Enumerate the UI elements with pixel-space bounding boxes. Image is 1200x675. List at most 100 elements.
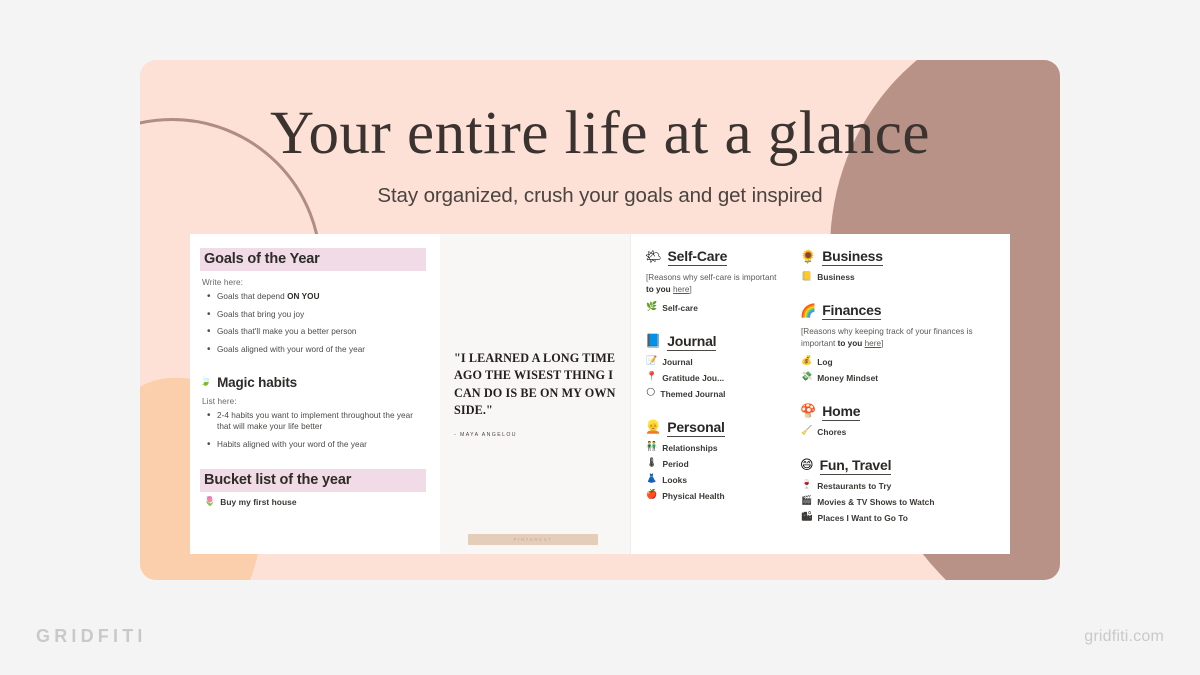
sunflower-icon: 🌻 [800, 249, 817, 265]
section-note: [Reasons why keeping track of your finan… [801, 327, 973, 349]
list-item-label: Business [817, 272, 855, 282]
broom-icon: 🧹 [801, 426, 813, 437]
section-heading-label: Journal [667, 332, 717, 351]
list-item[interactable]: 🌿 Self-care [646, 303, 780, 313]
page-subtitle: Stay organized, crush your goals and get… [377, 184, 823, 207]
sun-behind-cloud-icon: 🌤 [645, 249, 662, 265]
list-item[interactable]: 📍 Gratitude Jou... [646, 373, 780, 383]
apple-icon: 🍎 [646, 490, 658, 501]
list-item[interactable]: 🌕 Themed Journal [646, 389, 780, 399]
list-item-label: Journal [662, 356, 693, 367]
cityscape-icon: 🏙 [801, 512, 813, 523]
money-bag-icon: 💰 [801, 356, 813, 367]
list-item-label: Movies & TV Shows to Watch [817, 496, 935, 507]
pin-icon: 📍 [646, 372, 658, 383]
list-item-label: Relationships [662, 442, 718, 453]
list-item-label: Log [817, 356, 833, 367]
wine-glass-icon: 🍷 [801, 480, 813, 491]
list-item[interactable]: 🧹 Chores [801, 427, 1000, 437]
section-heading-label: Home [822, 402, 861, 421]
tulip-icon: 🌷 [204, 496, 216, 507]
mushroom-icon: 🍄 [800, 404, 817, 420]
section-heading[interactable]: 😄 Fun, Travel [800, 457, 1000, 475]
section-heading[interactable]: 🌈 Finances [800, 302, 1000, 320]
memo-icon: 📝 [646, 356, 658, 367]
list-item[interactable]: 🍎 Physical Health [646, 491, 780, 501]
brand-wordmark: GRIDFITI [36, 626, 147, 646]
goals-write-label: Write here: [202, 278, 243, 287]
magic-habits-label: Magic habits [217, 374, 298, 390]
brand-domain[interactable]: gridfiti.com [1084, 628, 1164, 646]
list-item[interactable]: 👬 Relationships [646, 443, 780, 453]
magic-habits-heading: 🍃 Magic habits [200, 375, 426, 390]
leaf-icon: 🍃 [200, 376, 212, 387]
list-item: Goals that bring you joy [206, 308, 426, 322]
list-item: Goals that depend ON YOU [206, 290, 426, 304]
dress-icon: 👗 [646, 474, 658, 485]
list-item-label: Restaurants to Try [817, 480, 892, 491]
list-item: 2-4 habits you want to implement through… [206, 409, 426, 433]
person-icon: 👱 [645, 420, 662, 436]
column-quote: "I LEARNED A LONG TIME AGO THE WISEST TH… [440, 234, 630, 554]
habits-bullet-list: 2-4 habits you want to implement through… [206, 409, 426, 452]
list-item-label: Buy my first house [220, 497, 297, 508]
list-item-label: Themed Journal [660, 388, 726, 399]
section-heading-label: Finances [822, 302, 882, 320]
list-item[interactable]: 🍷 Restaurants to Try [801, 481, 1000, 491]
list-item-label: Money Mindset [817, 372, 879, 383]
list-item[interactable]: 📒 Business [801, 272, 1000, 282]
list-item[interactable]: 👗 Looks [646, 475, 780, 485]
section-note: [Reasons why self-care is important to y… [646, 273, 777, 295]
list-item: Habits aligned with your word of the yea… [206, 438, 426, 452]
quote-text: "I LEARNED A LONG TIME AGO THE WISEST TH… [454, 350, 616, 417]
list-item-label: Period [662, 458, 689, 469]
thermometer-icon: 🌡 [646, 458, 658, 469]
bucket-list-heading: Bucket list of the year [200, 469, 426, 493]
column-personal: 🌤 Self-Care [Reasons why self-care is impo… [630, 234, 790, 554]
page-title: Your entire life at a glance [270, 100, 930, 167]
crescent-moon-icon: 🌕 [646, 388, 656, 399]
quote-watermark: PINTEREST [468, 534, 598, 545]
goals-bullet-list: Goals that depend ON YOU Goals that bring… [206, 290, 426, 357]
quote-attribution: - MAYA ANGELOU [454, 432, 517, 439]
money-wings-icon: 💸 [801, 372, 813, 383]
section-heading[interactable]: 🍄 Home [800, 403, 1000, 421]
list-item-label: Gratitude Jou... [662, 372, 725, 383]
list-item-label: Self-care [662, 302, 698, 313]
grinning-face-icon: 😄 [800, 458, 814, 474]
list-item: Goals that'll make you a better person [206, 325, 426, 339]
list-item[interactable]: 🌷 Buy my first house [204, 497, 426, 507]
goals-heading: Goals of the Year [200, 248, 426, 271]
section-heading-label: Business [822, 248, 883, 266]
section-heading-label: Personal [667, 418, 725, 437]
list-item[interactable]: 🌡 Period [646, 459, 780, 469]
bucket-list-items: 🌷 Buy my first house [200, 497, 426, 507]
rainbow-icon: 🌈 [800, 303, 817, 319]
section-heading[interactable]: 📘 Journal [645, 333, 780, 351]
list-item[interactable]: 📝 Journal [646, 357, 780, 367]
section-heading[interactable]: 🌤 Self-Care [645, 248, 780, 266]
list-item[interactable]: 🏙 Places I Want to Go To [801, 513, 1000, 523]
notion-screenshot: Goals of the Year Write here: Goals that… [190, 234, 1010, 554]
list-item-label: Chores [817, 426, 847, 437]
list-item[interactable]: 💰 Log [801, 357, 1000, 367]
section-heading-label: Fun, Travel [819, 456, 892, 475]
list-item-label: Looks [662, 474, 688, 485]
hero-card: Your entire life at a glance Stay organi… [140, 60, 1060, 580]
list-item-label: Places I Want to Go To [817, 512, 908, 523]
list-item[interactable]: 💸 Money Mindset [801, 373, 1000, 383]
list-item-label: Physical Health [662, 490, 725, 501]
section-heading[interactable]: 🌻 Business [800, 248, 1000, 266]
seedling-icon: 🌿 [646, 302, 658, 313]
habits-list-label: List here: [202, 396, 237, 406]
page-root: Your entire life at a glance Stay organi… [0, 0, 1200, 675]
books-icon: 📒 [801, 271, 813, 282]
list-item[interactable]: 🎬 Movies & TV Shows to Watch [801, 497, 1000, 507]
section-heading-label: Self-Care [667, 248, 728, 266]
list-item: Goals aligned with your word of the year [206, 343, 426, 357]
people-icon: 👬 [646, 442, 658, 453]
column-goals: Goals of the Year Write here: Goals that… [190, 234, 440, 554]
column-business: 🌻 Business 📒 Business 🌈 Finances [Reasons why … [790, 234, 1010, 554]
clapper-board-icon: 🎬 [801, 496, 813, 507]
section-heading[interactable]: 👱 Personal [645, 419, 780, 437]
